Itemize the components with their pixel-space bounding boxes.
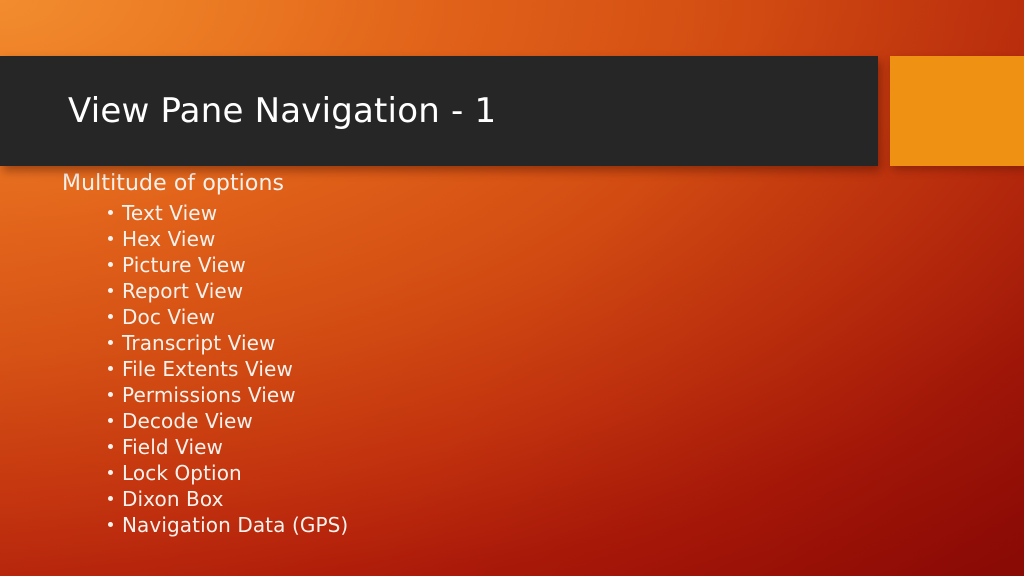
slide-content: Multitude of options Text View Hex View … [0,170,1024,538]
list-item: Navigation Data (GPS) [108,512,1024,538]
list-item-label: File Extents View [122,357,293,381]
accent-square-decoration [890,56,1024,166]
list-item-label: Transcript View [122,331,276,355]
list-item: Dixon Box [108,486,1024,512]
bullet-dot-icon [108,496,113,501]
bullet-dot-icon [108,392,113,397]
list-item: Picture View [108,252,1024,278]
list-item-label: Field View [122,435,223,459]
bullet-dot-icon [108,288,113,293]
options-bullet-list: Text View Hex View Picture View Report V… [0,200,1024,538]
list-item-label: Picture View [122,253,246,277]
list-item: File Extents View [108,356,1024,382]
bullet-dot-icon [108,366,113,371]
bullet-dot-icon [108,210,113,215]
list-item-label: Lock Option [122,461,242,485]
presentation-slide: View Pane Navigation - 1 Multitude of op… [0,0,1024,576]
bullet-dot-icon [108,418,113,423]
bullet-dot-icon [108,314,113,319]
content-lead-line: Multitude of options [62,171,285,196]
slide-title-bar: View Pane Navigation - 1 [0,56,878,166]
list-item: Permissions View [108,382,1024,408]
list-item: Field View [108,434,1024,460]
slide-title: View Pane Navigation - 1 [68,90,497,131]
list-item-label: Dixon Box [122,487,224,511]
list-item: Transcript View [108,330,1024,356]
list-item-label: Doc View [122,305,216,329]
bullet-dot-icon [108,236,113,241]
list-item: Text View [108,200,1024,226]
bullet-dot-icon [108,470,113,475]
list-item-label: Permissions View [122,383,296,407]
list-item-label: Decode View [122,409,253,433]
list-item: Report View [108,278,1024,304]
bullet-dot-icon [108,340,113,345]
list-item: Doc View [108,304,1024,330]
bullet-dot-icon [108,444,113,449]
bullet-dot-icon [108,522,113,527]
list-item: Lock Option [108,460,1024,486]
list-item-label: Navigation Data (GPS) [122,513,349,537]
bullet-dot-icon [108,262,113,267]
list-item-label: Report View [122,279,244,303]
list-item-label: Text View [122,201,218,225]
list-item: Decode View [108,408,1024,434]
list-item: Hex View [108,226,1024,252]
list-item-label: Hex View [122,227,216,251]
